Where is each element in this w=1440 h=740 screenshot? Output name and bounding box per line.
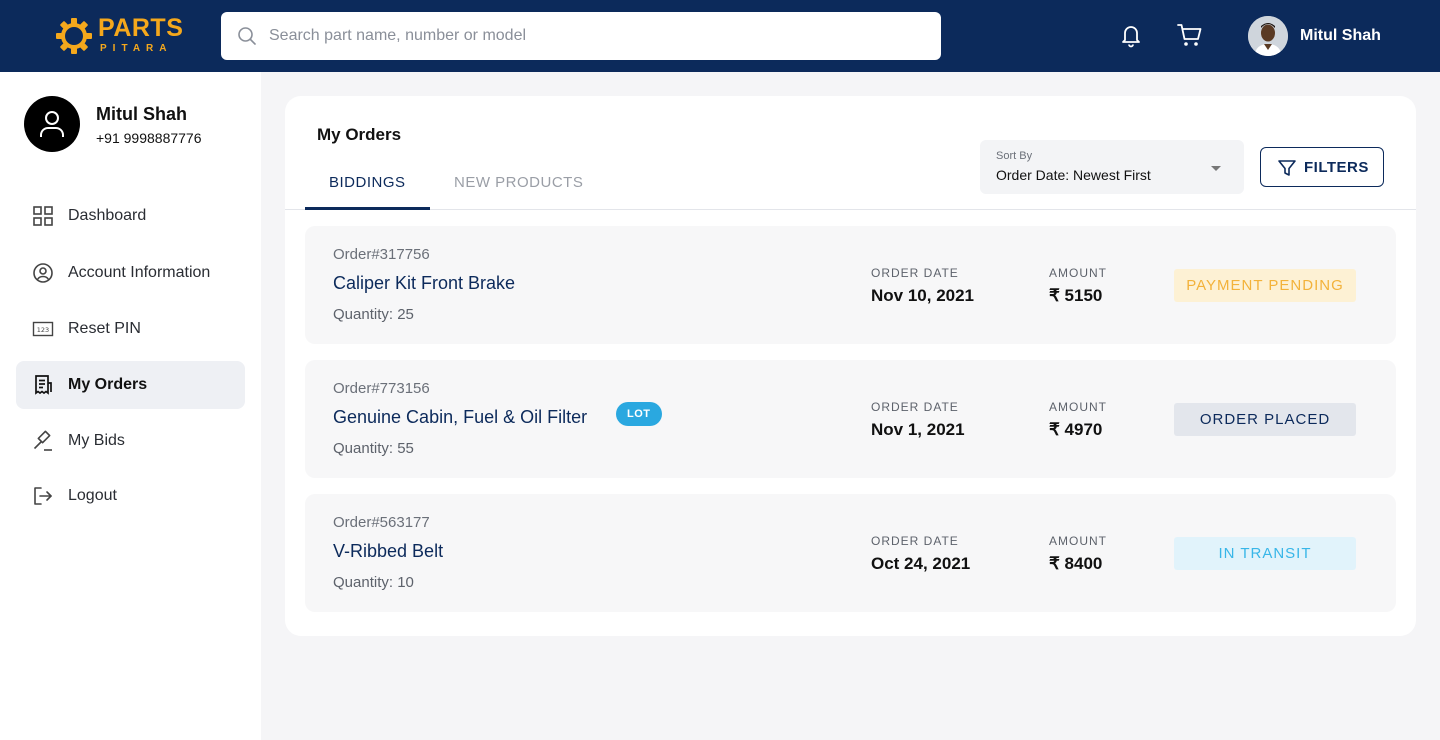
order-number: Order#563177: [333, 514, 430, 531]
gear-logo-icon: [56, 18, 92, 54]
gavel-icon: [33, 430, 52, 451]
user-circle-icon: [33, 263, 53, 283]
sidebar-item-my-bids[interactable]: My Bids: [16, 417, 245, 465]
cart-icon[interactable]: [1176, 22, 1203, 48]
sidebar-item-my-orders[interactable]: My Orders: [16, 361, 245, 409]
sort-value: Order Date: Newest First: [996, 167, 1151, 183]
caret-down-icon: [1211, 166, 1221, 171]
product-name[interactable]: Caliper Kit Front Brake: [333, 273, 515, 294]
order-date-label: ORDER DATE: [871, 534, 959, 548]
amount-label: AMOUNT: [1049, 400, 1107, 414]
order-date-label: ORDER DATE: [871, 400, 959, 414]
order-date-label: ORDER DATE: [871, 266, 959, 280]
logout-icon: [34, 487, 52, 505]
amount-label: AMOUNT: [1049, 534, 1107, 548]
page-title: My Orders: [317, 125, 402, 144]
profile-name: Mitul Shah: [96, 104, 187, 124]
order-date: Nov 1, 2021: [871, 420, 965, 439]
order-quantity: Quantity: 55: [333, 440, 414, 457]
tab-biddings[interactable]: BIDDINGS: [329, 174, 406, 191]
sidebar-item-dashboard[interactable]: Dashboard: [16, 192, 245, 240]
tab-divider: [285, 209, 1416, 210]
order-quantity: Quantity: 25: [333, 306, 414, 323]
status-badge: ORDER PLACED: [1174, 403, 1356, 436]
order-amount: ₹ 5150: [1049, 286, 1103, 305]
sort-label: Sort By: [996, 150, 1033, 162]
order-number: Order#317756: [333, 246, 430, 263]
filters-label: FILTERS: [1304, 159, 1369, 176]
order-card[interactable]: Order#317756 Caliper Kit Front Brake Qua…: [305, 226, 1396, 344]
order-card[interactable]: Order#773156 Genuine Cabin, Fuel & Oil F…: [305, 360, 1396, 478]
order-date: Nov 10, 2021: [871, 286, 975, 305]
top-header: PARTS PITARA Mitul Shah: [0, 0, 1440, 72]
order-amount: ₹ 8400: [1049, 554, 1103, 573]
order-date: Oct 24, 2021: [871, 554, 971, 573]
order-amount: ₹ 4970: [1049, 420, 1103, 439]
sidebar-item-label: Logout: [68, 487, 117, 504]
search-input[interactable]: [269, 12, 929, 60]
sidebar-item-reset-pin[interactable]: 123 Reset PIN: [16, 305, 245, 353]
brand-logo[interactable]: PARTS PITARA: [54, 14, 183, 58]
logo-subtext: PITARA: [100, 43, 173, 54]
avatar: [1248, 16, 1288, 56]
status-badge: IN TRANSIT: [1174, 537, 1356, 570]
sidebar-item-label: Dashboard: [68, 207, 147, 224]
user-icon: [40, 111, 64, 137]
order-card[interactable]: Order#563177 V-Ribbed Belt Quantity: 10 …: [305, 494, 1396, 612]
sidebar-item-label: My Bids: [68, 432, 125, 449]
svg-text:123: 123: [37, 326, 49, 334]
order-quantity: Quantity: 10: [333, 574, 414, 591]
filter-icon: [1278, 160, 1296, 176]
grid-icon: [33, 206, 53, 226]
sidebar-item-account-information[interactable]: Account Information: [16, 249, 245, 297]
sidebar-item-logout[interactable]: Logout: [16, 472, 245, 520]
pin-123-icon: 123: [32, 321, 54, 337]
receipt-icon: [35, 375, 52, 395]
lot-badge: LOT: [616, 402, 662, 426]
status-badge: PAYMENT PENDING: [1174, 269, 1356, 302]
header-user-name: Mitul Shah: [1300, 27, 1381, 44]
logo-text: PARTS: [98, 14, 184, 42]
active-tab-indicator: [305, 207, 430, 210]
sidebar-item-label: My Orders: [68, 376, 148, 393]
sidebar: Mitul Shah +91 9998887776 Dashboard Acco…: [0, 72, 261, 740]
order-number: Order#773156: [333, 380, 430, 397]
product-name[interactable]: Genuine Cabin, Fuel & Oil Filter: [333, 407, 587, 428]
product-name[interactable]: V-Ribbed Belt: [333, 541, 443, 562]
search-icon: [238, 27, 256, 45]
sidebar-item-label: Account Information: [68, 264, 211, 281]
search-bar[interactable]: [221, 12, 941, 60]
sort-dropdown[interactable]: Sort By Order Date: Newest First: [980, 140, 1244, 194]
amount-label: AMOUNT: [1049, 266, 1107, 280]
tab-new-products[interactable]: NEW PRODUCTS: [454, 174, 583, 191]
profile-phone: +91 9998887776: [96, 130, 202, 146]
sidebar-item-label: Reset PIN: [68, 320, 141, 337]
profile-avatar: [24, 96, 80, 152]
bell-icon[interactable]: [1119, 22, 1143, 48]
orders-panel: My Orders BIDDINGS NEW PRODUCTS Sort By …: [285, 96, 1416, 636]
filters-button[interactable]: FILTERS: [1260, 147, 1384, 187]
